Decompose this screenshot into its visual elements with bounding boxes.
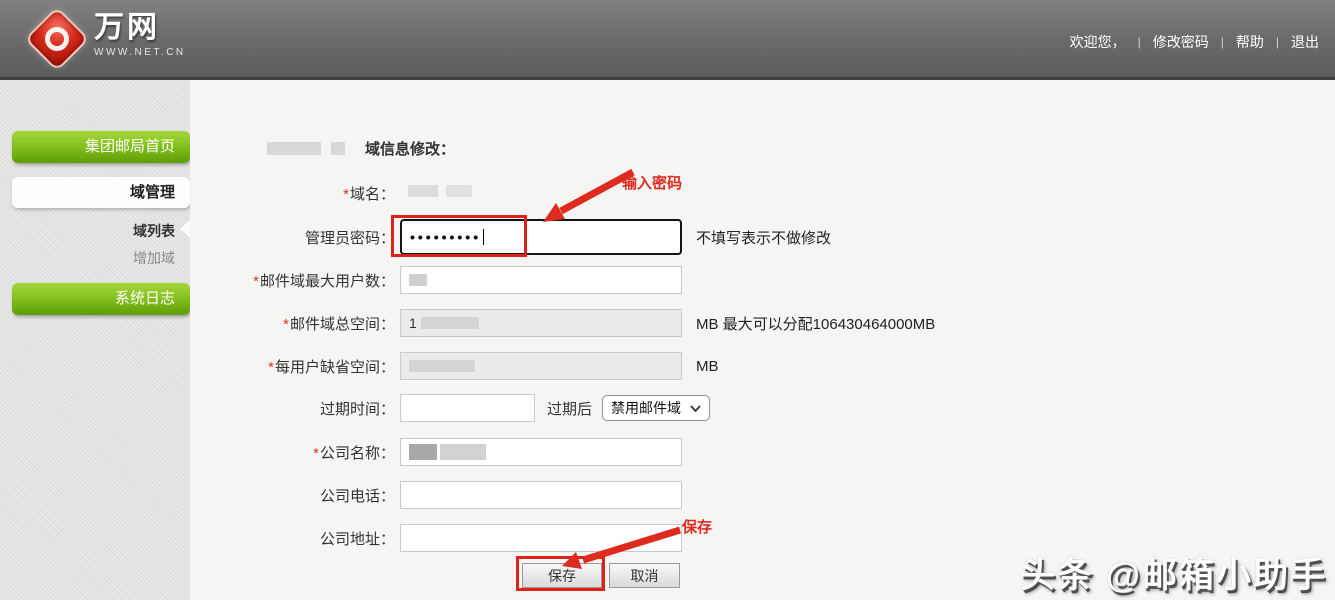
main-content: 域信息修改： *域名： 管理员密码： ••••••••• 不填写表示不做修改 *… xyxy=(190,80,1335,600)
redacted-value xyxy=(421,317,479,329)
brand-site-url: WWW.NET.CN xyxy=(94,47,186,58)
redacted-value xyxy=(409,444,437,460)
change-password-link[interactable]: 修改密码 xyxy=(1153,32,1209,52)
max-users-input[interactable] xyxy=(400,266,682,294)
sidebar-item-add-domain[interactable]: 增加域 xyxy=(0,248,190,268)
highlight-box-password xyxy=(391,215,527,257)
field-label-text: 公司电话： xyxy=(320,488,395,505)
redacted-value xyxy=(440,444,486,460)
field-label-text: 管理员密码： xyxy=(305,230,395,247)
field-label: *每用户缺省空间： xyxy=(190,356,395,377)
logo-ring-icon xyxy=(40,22,74,56)
form-row-company-name: *公司名称： xyxy=(190,438,1335,466)
separator: | xyxy=(1138,35,1141,49)
page-title-row: 域信息修改： xyxy=(267,138,455,159)
field-label: 管理员密码： xyxy=(190,227,395,248)
required-asterisk: * xyxy=(313,445,319,462)
top-header: 万网 WWW.NET.CN 欢迎您， | 修改密码 | 帮助 | 退出 xyxy=(0,0,1335,80)
field-label: 公司电话： xyxy=(190,485,395,506)
field-label-text: 公司地址： xyxy=(320,531,395,548)
watermark: 头条 @邮箱小助手 xyxy=(1020,547,1327,598)
redacted-value xyxy=(409,274,427,286)
required-asterisk: * xyxy=(343,186,349,203)
page-title: 域信息修改： xyxy=(365,138,455,159)
form-row-default-space: *每用户缺省空间： MB xyxy=(190,352,1335,380)
expire-time-input[interactable] xyxy=(400,394,535,422)
wanwang-logo[interactable]: 万网 WWW.NET.CN xyxy=(28,8,186,62)
field-label: *公司名称： xyxy=(190,442,395,463)
redacted-value xyxy=(446,185,472,197)
annotation-arrow-save xyxy=(552,524,687,572)
sidebar-item-group-mail-home[interactable]: 集团邮局首页 xyxy=(12,131,190,163)
help-link[interactable]: 帮助 xyxy=(1236,32,1264,52)
annotation-enter-password: 输入密码 xyxy=(622,172,682,193)
field-label: 公司地址： xyxy=(190,528,395,549)
field-note: MB xyxy=(696,358,719,375)
after-expire-select[interactable]: 禁用邮件域 xyxy=(602,395,710,421)
redacted-value xyxy=(409,360,475,372)
domain-name-value xyxy=(408,184,472,202)
after-expire-label: 过期后 xyxy=(547,398,592,419)
redacted-value xyxy=(331,142,345,155)
form-row-domain-name: *域名： xyxy=(190,183,1335,203)
form-row-max-users: *邮件域最大用户数： xyxy=(190,266,1335,294)
default-space-input xyxy=(400,352,682,380)
field-label-text: 邮件域总空间： xyxy=(290,316,395,333)
form-row-expire-time: 过期时间： 过期后 禁用邮件域 xyxy=(190,394,1335,422)
required-asterisk: * xyxy=(268,359,274,376)
field-label: *邮件域总空间： xyxy=(190,313,395,334)
sidebar-item-domain-management[interactable]: 域管理 xyxy=(12,177,190,208)
field-note: MB 最大可以分配106430464000MB xyxy=(696,313,935,334)
field-label-text: 每用户缺省空间： xyxy=(275,359,395,376)
total-space-value-prefix: 1 xyxy=(409,315,417,331)
field-label-text: 过期时间： xyxy=(320,401,395,418)
header-links: 欢迎您， | 修改密码 | 帮助 | 退出 xyxy=(1070,32,1319,52)
company-name-input[interactable] xyxy=(400,438,682,466)
total-space-input: 1 xyxy=(400,309,682,337)
form-row-admin-password: 管理员密码： ••••••••• 不填写表示不做修改 xyxy=(190,219,1335,255)
redacted-value xyxy=(267,142,321,155)
sidebar-item-system-log[interactable]: 系统日志 xyxy=(12,283,190,315)
select-value: 禁用邮件域 xyxy=(611,398,681,418)
chevron-down-icon xyxy=(690,405,701,412)
brand-text-block: 万网 WWW.NET.CN xyxy=(94,13,186,58)
active-item-arrow-icon xyxy=(180,220,190,238)
redacted-value xyxy=(408,185,438,197)
wanwang-logo-icon xyxy=(24,6,89,71)
required-asterisk: * xyxy=(253,273,259,290)
field-label-text: 邮件域最大用户数： xyxy=(260,273,395,290)
field-label: *邮件域最大用户数： xyxy=(190,270,395,291)
form-row-total-space: *邮件域总空间： 1 MB 最大可以分配106430464000MB xyxy=(190,309,1335,337)
welcome-text: 欢迎您， xyxy=(1070,32,1126,52)
required-asterisk: * xyxy=(283,316,289,333)
field-label-text: 公司名称： xyxy=(320,445,395,462)
company-phone-input[interactable] xyxy=(400,481,682,509)
field-label: *域名： xyxy=(190,183,395,204)
separator: | xyxy=(1276,35,1279,49)
field-note: 不填写表示不做修改 xyxy=(696,227,831,248)
field-label: 过期时间： xyxy=(190,398,395,419)
brand-name: 万网 xyxy=(94,13,186,43)
sidebar: 集团邮局首页 域管理 域列表 增加域 系统日志 xyxy=(0,80,190,600)
field-label-text: 域名： xyxy=(350,186,395,203)
sidebar-item-domain-list[interactable]: 域列表 xyxy=(0,221,190,241)
separator: | xyxy=(1221,35,1224,49)
logout-link[interactable]: 退出 xyxy=(1291,32,1319,52)
form-row-company-phone: 公司电话： xyxy=(190,481,1335,509)
annotation-save: 保存 xyxy=(682,516,712,537)
